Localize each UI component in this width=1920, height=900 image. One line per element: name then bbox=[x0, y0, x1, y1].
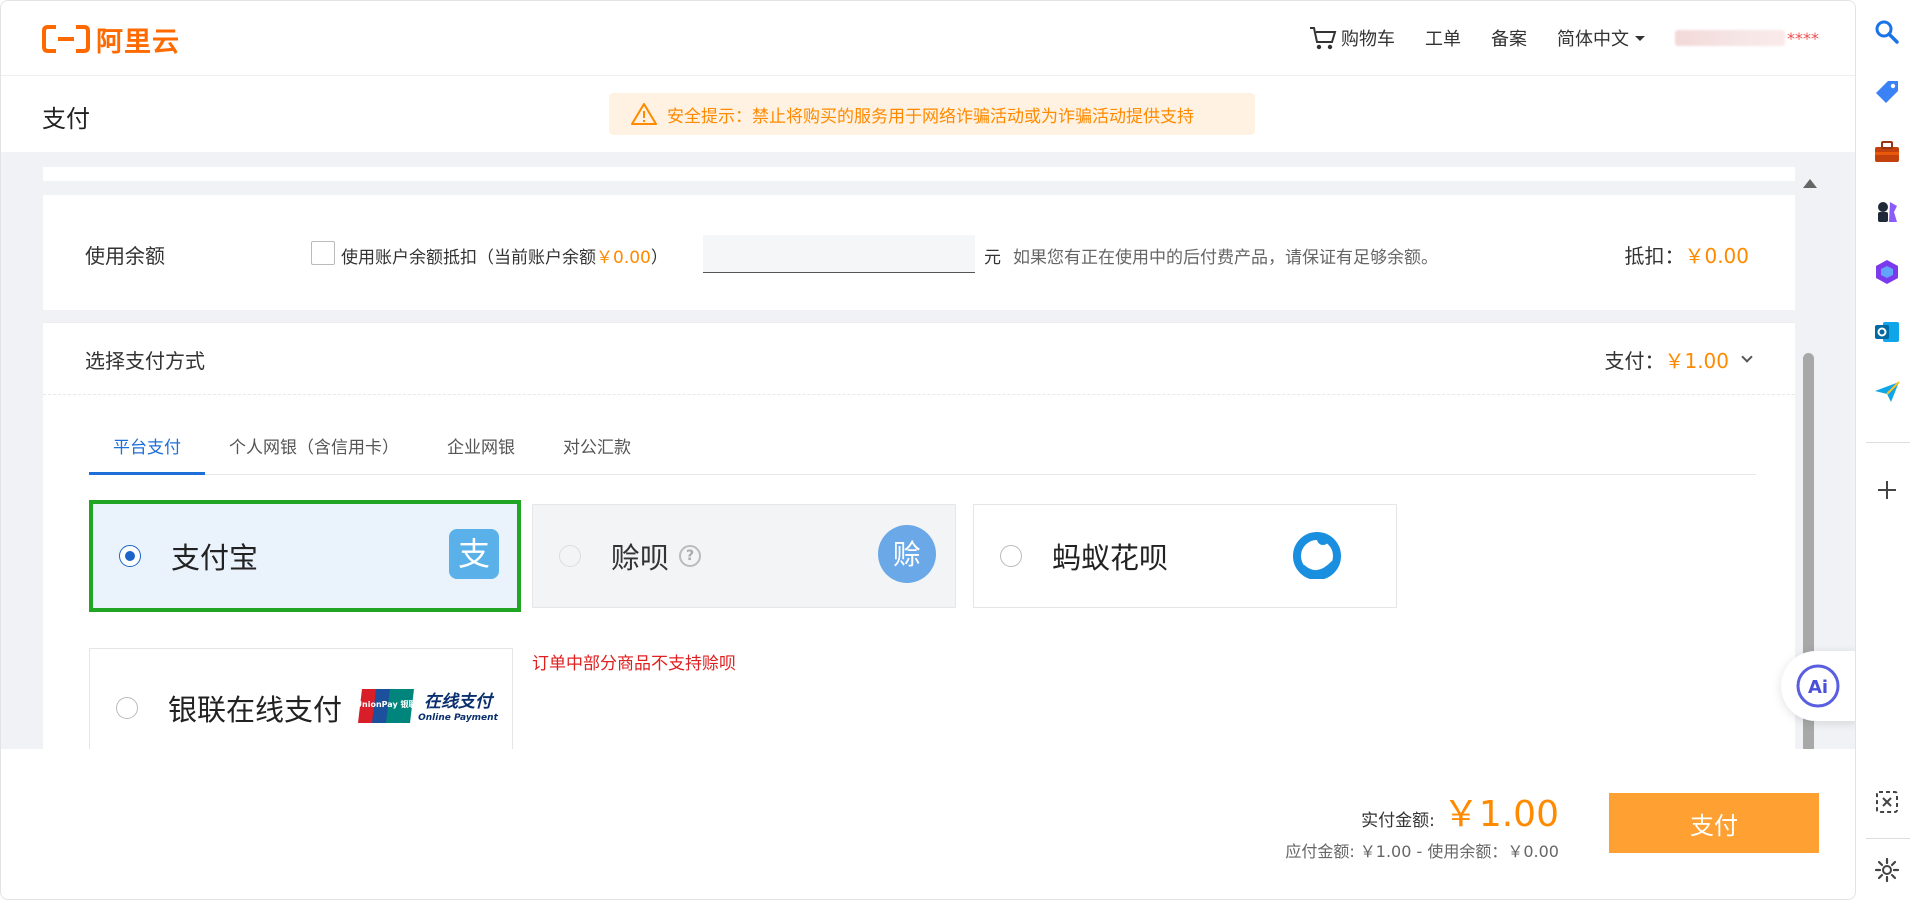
actual-amount: 实付金额: ￥1.00 bbox=[1361, 785, 1559, 837]
ticket-label: 工单 bbox=[1425, 29, 1461, 50]
user-name-masked: **** bbox=[1787, 28, 1819, 48]
balance-amount-input[interactable] bbox=[703, 235, 975, 273]
payment-section-header[interactable]: 选择支付方式 支付： ￥1.00 bbox=[43, 323, 1795, 395]
amount-breakdown: 应付金额: ￥1.00 - 使用余额：￥0.00 bbox=[1285, 842, 1559, 861]
huabei-icon bbox=[1292, 529, 1342, 583]
shebei-icon: 赊 bbox=[877, 524, 937, 588]
payment-title: 选择支付方式 bbox=[85, 349, 205, 373]
toolbox-icon[interactable] bbox=[1871, 136, 1903, 168]
alipay-radio[interactable] bbox=[119, 545, 141, 567]
user-name-blurred bbox=[1675, 30, 1785, 46]
use-balance-label[interactable]: 使用账户余额抵扣（当前账户余额￥0.00） bbox=[341, 243, 668, 268]
scroll-content: 使用余额 使用账户余额抵扣（当前账户余额￥0.00） 元 如果您有正在使用中的后… bbox=[1, 152, 1821, 749]
settings-icon[interactable] bbox=[1871, 854, 1903, 886]
use-balance-text: 使用账户余额抵扣（当前账户余额 bbox=[341, 248, 596, 268]
sidebar-divider bbox=[1866, 442, 1910, 443]
balance-tip: 如果您有正在使用中的后付费产品，请保证有足够余额。 bbox=[1013, 248, 1438, 268]
svg-text:在线支付: 在线支付 bbox=[424, 692, 495, 712]
unionpay-radio[interactable] bbox=[116, 697, 138, 719]
tab-platform-pay[interactable]: 平台支付 bbox=[89, 433, 205, 475]
top-nav: 购物车 工单 备案 简体中文 **** bbox=[1279, 25, 1819, 51]
svg-text:Online Payment: Online Payment bbox=[418, 713, 498, 723]
use-balance-text-close: ） bbox=[650, 248, 668, 268]
scroll-up-arrow[interactable] bbox=[1803, 179, 1817, 188]
svg-text:支: 支 bbox=[458, 535, 490, 573]
tab-personal-bank[interactable]: 个人网银（含信用卡） bbox=[205, 433, 423, 475]
deduct-label: 抵扣： bbox=[1624, 244, 1685, 268]
tag-icon[interactable] bbox=[1871, 76, 1903, 108]
shebei-label: 赊呗 bbox=[611, 541, 670, 575]
language-dropdown[interactable]: 简体中文 bbox=[1557, 25, 1645, 51]
outlook-icon[interactable] bbox=[1871, 316, 1903, 348]
ticket-link[interactable]: 工单 bbox=[1425, 25, 1461, 51]
ai-assistant-button[interactable]: Ai bbox=[1781, 651, 1855, 721]
balance-section: 使用余额 使用账户余额抵扣（当前账户余额￥0.00） 元 如果您有正在使用中的后… bbox=[43, 195, 1795, 310]
cart-label: 购物车 bbox=[1341, 29, 1395, 50]
deduct-value: ￥0.00 bbox=[1684, 244, 1749, 268]
svg-text:赊: 赊 bbox=[893, 538, 921, 571]
payment-tabs: 平台支付 个人网银（含信用卡） 企业网银 对公汇款 bbox=[89, 433, 1756, 475]
huabei-radio[interactable] bbox=[1000, 545, 1022, 567]
payment-amount: 支付： ￥1.00 bbox=[1604, 345, 1753, 374]
browser-sidebar bbox=[1856, 0, 1920, 900]
sidebar-divider-bottom bbox=[1866, 838, 1910, 839]
balance-title: 使用余额 bbox=[85, 244, 165, 268]
chess-icon[interactable] bbox=[1871, 196, 1903, 228]
alipay-label: 支付宝 bbox=[171, 541, 259, 575]
tab-corporate-transfer[interactable]: 对公汇款 bbox=[539, 433, 655, 475]
svg-text:Ai: Ai bbox=[1808, 677, 1828, 698]
send-icon[interactable] bbox=[1871, 376, 1903, 408]
payment-method-section: 选择支付方式 支付： ￥1.00 平台支付 个人网银（含信用卡） 企业网银 对公… bbox=[43, 322, 1795, 749]
svg-text:UnionPay 银联: UnionPay 银联 bbox=[358, 699, 416, 709]
ai-icon: Ai bbox=[1796, 664, 1840, 708]
method-unionpay[interactable]: 银联在线支付 UnionPay 银联 在线支付 Online Payment bbox=[89, 648, 513, 749]
security-warning-banner: 安全提示：禁止将购买的服务用于网络诈骗活动或为诈骗活动提供支持 bbox=[609, 93, 1255, 135]
method-shebei: 赊呗 ? 赊 bbox=[532, 504, 956, 608]
filing-link[interactable]: 备案 bbox=[1491, 25, 1527, 51]
aliyun-logo-icon bbox=[42, 25, 90, 53]
language-label: 简体中文 bbox=[1557, 29, 1629, 50]
user-menu[interactable]: **** bbox=[1675, 29, 1819, 48]
tab-enterprise-bank[interactable]: 企业网银 bbox=[423, 433, 539, 475]
warning-text: 安全提示：禁止将购买的服务用于网络诈骗活动或为诈骗活动提供支持 bbox=[667, 106, 1194, 127]
screenshot-icon[interactable] bbox=[1871, 786, 1903, 818]
aliyun-logo[interactable]: 阿里云 bbox=[42, 23, 180, 58]
search-icon[interactable] bbox=[1871, 16, 1903, 48]
unionpay-label: 银联在线支付 bbox=[168, 693, 343, 727]
huabei-label: 蚂蚁花呗 bbox=[1052, 541, 1169, 575]
page-title: 支付 bbox=[42, 105, 90, 133]
page-header: 支付 安全提示：禁止将购买的服务用于网络诈骗活动或为诈骗活动提供支持 bbox=[1, 76, 1855, 152]
current-balance-value: ￥0.00 bbox=[596, 248, 651, 268]
logo-text: 阿里云 bbox=[96, 26, 180, 58]
add-icon[interactable] bbox=[1871, 474, 1903, 506]
chevron-down-icon[interactable] bbox=[1741, 350, 1753, 363]
payment-footer: 实付金额: ￥1.00 应付金额: ￥1.00 - 使用余额：￥0.00 支付 bbox=[1, 749, 1855, 899]
method-alipay[interactable]: 支付宝 支 bbox=[89, 500, 521, 612]
main-window: 阿里云 购物车 工单 备案 简体中文 **** 支付 安全提示：禁止将购买的服务… bbox=[0, 0, 1856, 900]
help-icon[interactable]: ? bbox=[679, 545, 702, 567]
actual-amount-value: ￥1.00 bbox=[1442, 794, 1559, 835]
payment-amount-value: ￥1.00 bbox=[1664, 349, 1729, 373]
balance-unit: 元 bbox=[984, 248, 1001, 268]
deduct-amount: 抵扣：￥0.00 bbox=[1624, 240, 1749, 269]
unionpay-icon: UnionPay 银联 在线支付 Online Payment bbox=[356, 687, 500, 729]
card-edge bbox=[43, 167, 1795, 181]
payment-amount-label: 支付： bbox=[1604, 349, 1665, 373]
use-balance-checkbox[interactable] bbox=[311, 241, 335, 265]
shebei-radio bbox=[559, 545, 581, 567]
alipay-icon: 支 bbox=[449, 529, 499, 583]
cart-link[interactable]: 购物车 bbox=[1309, 25, 1395, 51]
pay-button[interactable]: 支付 bbox=[1609, 793, 1819, 853]
copilot-icon[interactable] bbox=[1871, 256, 1903, 288]
top-bar: 阿里云 购物车 工单 备案 简体中文 **** bbox=[1, 1, 1855, 76]
warning-icon bbox=[631, 103, 657, 125]
filing-label: 备案 bbox=[1491, 29, 1527, 50]
caret-down-icon bbox=[1635, 35, 1645, 41]
shebei-error-message: 订单中部分商品不支持赊呗 bbox=[532, 654, 736, 674]
cart-icon bbox=[1310, 27, 1337, 50]
method-huabei[interactable]: 蚂蚁花呗 bbox=[973, 504, 1397, 608]
actual-amount-label: 实付金额: bbox=[1361, 811, 1435, 831]
